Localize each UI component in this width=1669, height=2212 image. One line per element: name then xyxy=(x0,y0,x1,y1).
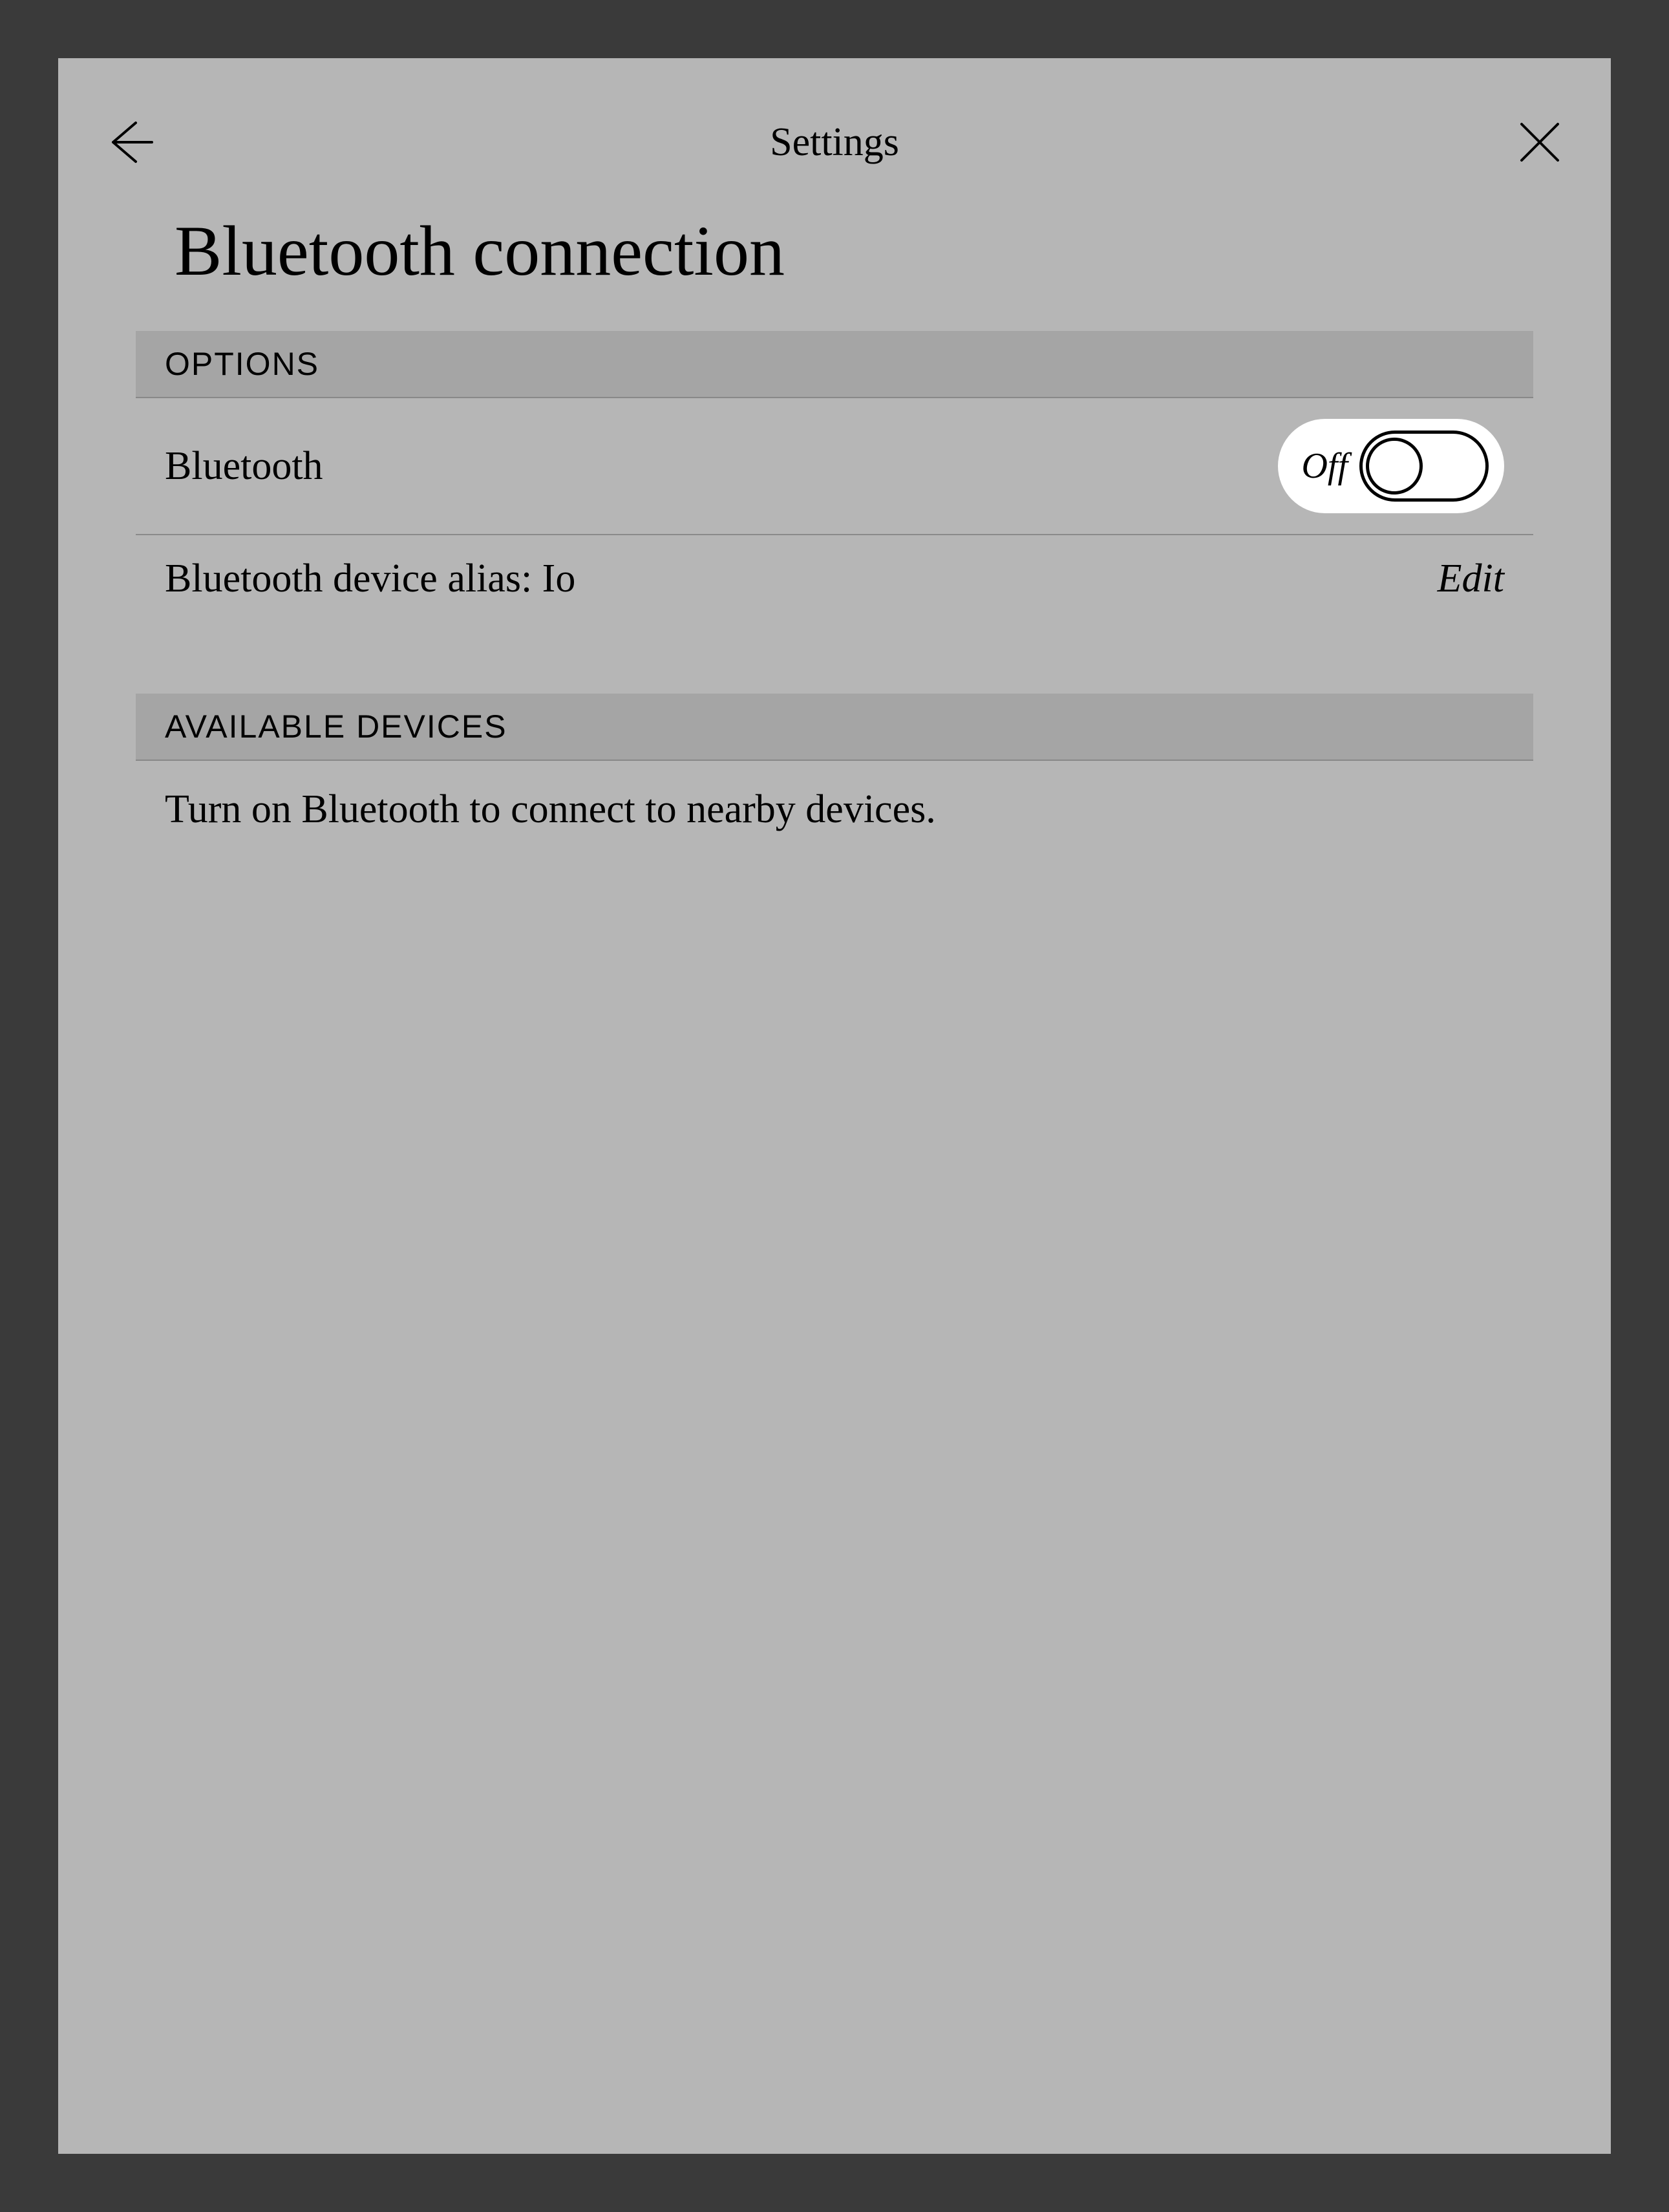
bluetooth-label: Bluetooth xyxy=(165,443,323,489)
header-bar: Settings xyxy=(58,58,1611,197)
toggle-state-label: Off xyxy=(1293,445,1348,487)
toggle-track-icon xyxy=(1359,431,1489,502)
page-title: Bluetooth connection xyxy=(58,197,1611,331)
close-icon xyxy=(1514,116,1566,168)
options-section-header: OPTIONS xyxy=(136,331,1533,398)
toggle-knob-icon xyxy=(1366,438,1423,495)
alias-row: Bluetooth device alias: Io Edit xyxy=(136,535,1533,622)
edit-alias-button[interactable]: Edit xyxy=(1438,556,1504,602)
close-button[interactable] xyxy=(1511,113,1569,171)
bluetooth-row: Bluetooth Off xyxy=(136,398,1533,535)
alias-label: Bluetooth device alias: Io xyxy=(165,556,575,602)
content-area: OPTIONS Bluetooth Off Bluetooth device a… xyxy=(58,331,1611,858)
bluetooth-toggle[interactable]: Off xyxy=(1278,419,1504,513)
back-button[interactable] xyxy=(100,113,158,171)
header-title: Settings xyxy=(770,120,899,165)
settings-screen: Settings Bluetooth connection OPTIONS Bl… xyxy=(58,58,1611,2154)
arrow-left-icon xyxy=(103,116,155,168)
devices-section-header: AVAILABLE DEVICES xyxy=(136,694,1533,761)
section-spacer xyxy=(136,622,1533,694)
devices-hint-text: Turn on Bluetooth to connect to nearby d… xyxy=(136,761,1533,858)
